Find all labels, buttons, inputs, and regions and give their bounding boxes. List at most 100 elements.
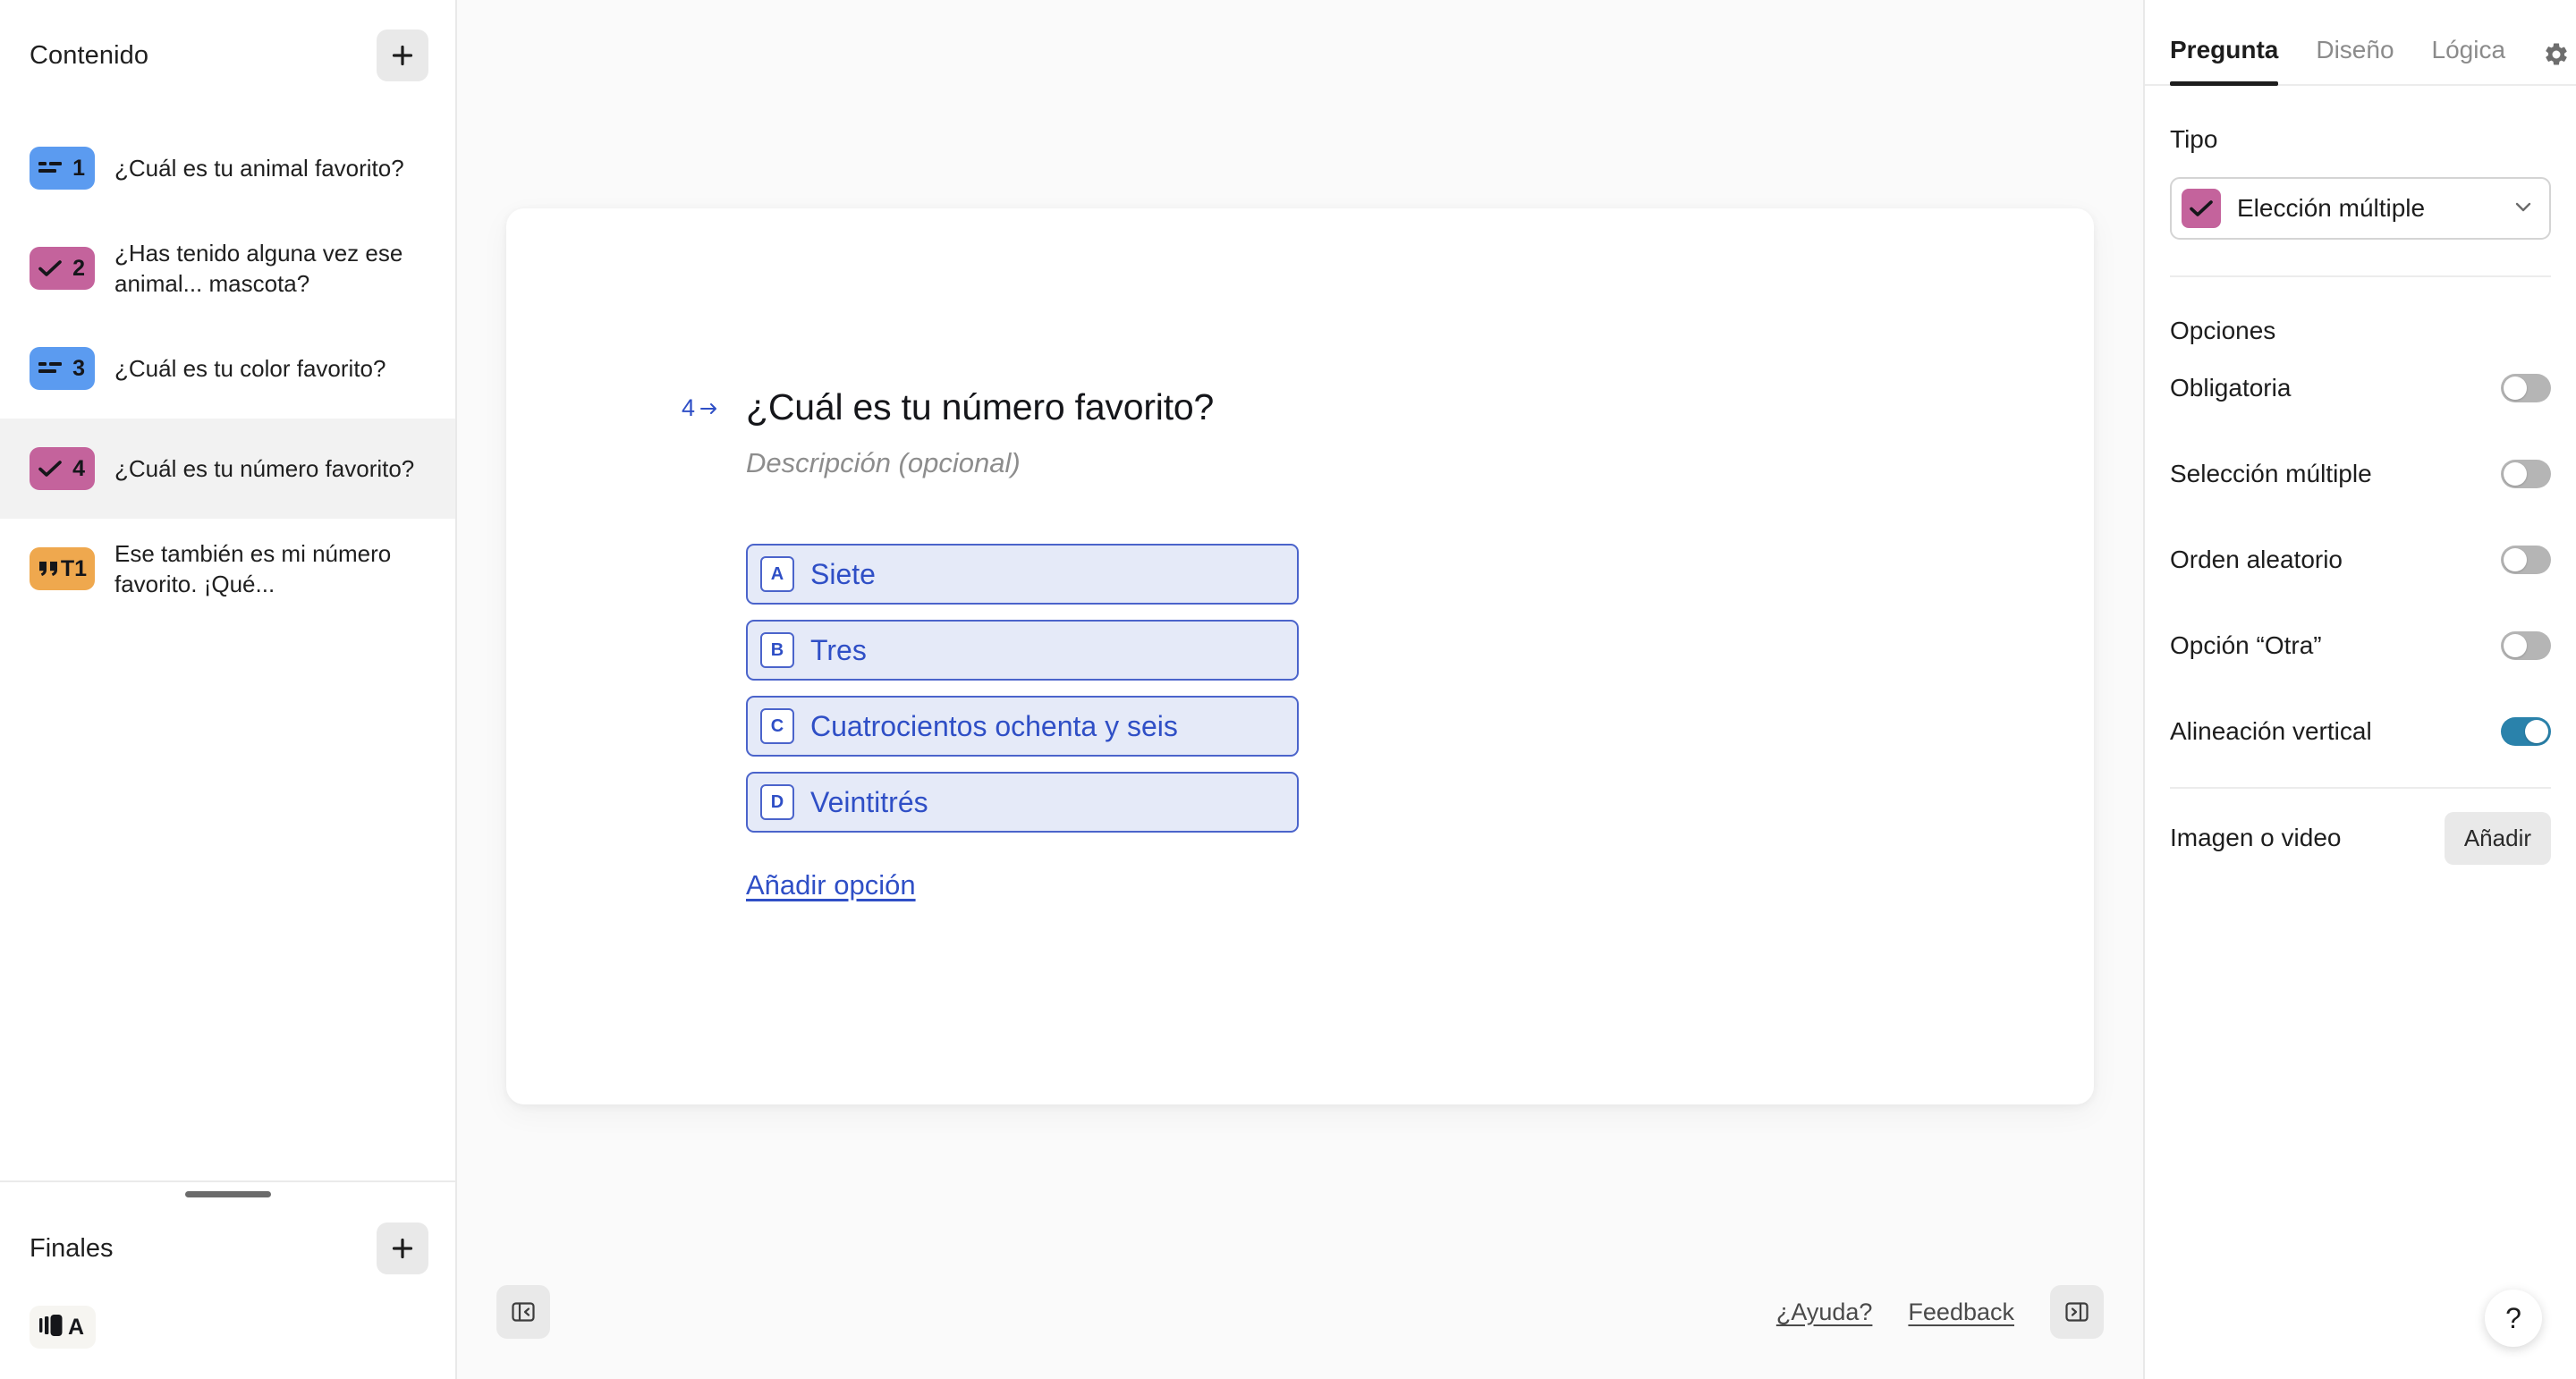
- endings-header: Finales: [0, 1206, 455, 1291]
- choice-option-d[interactable]: D Veintitrés: [746, 772, 1299, 833]
- sidebar-question-t1[interactable]: T1 Ese también es mi número favorito. ¡Q…: [0, 519, 455, 619]
- toggle-knob: [2504, 634, 2527, 657]
- choice-key-badge: B: [760, 632, 794, 669]
- multiple-choice-icon: [38, 259, 62, 277]
- add-content-button[interactable]: [377, 30, 428, 81]
- help-link[interactable]: ¿Ayuda?: [1776, 1299, 1873, 1326]
- app-root: Contenido 1 ¿Cuál es tu animal favorito?: [0, 0, 2576, 1379]
- add-ending-button[interactable]: [377, 1222, 428, 1274]
- question-canvas-area: 4 ¿Cuál es tu número favorito? Descripci…: [457, 0, 2143, 1379]
- ending-badge: A: [30, 1306, 96, 1349]
- toggle-alineacion-vertical[interactable]: [2501, 717, 2551, 746]
- options-section-title: Opciones: [2170, 317, 2276, 344]
- question-title[interactable]: ¿Cuál es tu número favorito?: [746, 386, 1214, 427]
- feedback-link[interactable]: Feedback: [1908, 1299, 2014, 1326]
- question-description-placeholder[interactable]: Descripción (opcional): [746, 447, 2094, 479]
- option-row-opcion-otra: Opción “Otra”: [2170, 603, 2551, 689]
- tab-logica[interactable]: Lógica: [2432, 36, 2506, 84]
- gear-icon[interactable]: [2543, 41, 2570, 84]
- choice-text[interactable]: Tres: [810, 634, 867, 667]
- option-row-seleccion-multiple: Selección múltiple: [2170, 431, 2551, 517]
- toggle-seleccion-multiple[interactable]: [2501, 460, 2551, 488]
- question-card: 4 ¿Cuál es tu número favorito? Descripci…: [506, 208, 2094, 1104]
- option-label: Obligatoria: [2170, 374, 2292, 402]
- choice-option-b[interactable]: B Tres: [746, 620, 1299, 681]
- media-row: Imagen o video Añadir: [2170, 789, 2551, 887]
- option-row-obligatoria: Obligatoria: [2170, 345, 2551, 431]
- plus-icon: [391, 44, 414, 67]
- choice-option-c[interactable]: C Cuatrocientos ochenta y seis: [746, 696, 1299, 757]
- chevron-down-icon: [2512, 195, 2535, 223]
- ending-item-a[interactable]: A: [0, 1291, 455, 1363]
- option-row-orden-aleatorio: Orden aleatorio: [2170, 517, 2551, 603]
- question-index-marker: 4: [682, 394, 719, 422]
- tab-diseno[interactable]: Diseño: [2316, 36, 2394, 84]
- statement-icon: [38, 560, 60, 578]
- choice-key-badge: C: [760, 708, 794, 745]
- settings-body: Tipo Elección múltiple Opciones Obligato…: [2145, 86, 2576, 887]
- short-text-icon: [38, 361, 62, 376]
- panel-collapse-right-icon: [2063, 1299, 2090, 1325]
- choice-key-badge: D: [760, 784, 794, 821]
- settings-tabs: Pregunta Diseño Lógica: [2145, 0, 2576, 86]
- type-section-title: Tipo: [2170, 125, 2218, 153]
- choice-text[interactable]: Siete: [810, 558, 876, 591]
- toggle-opcion-otra[interactable]: [2501, 631, 2551, 660]
- choice-text[interactable]: Cuatrocientos ochenta y seis: [810, 710, 1178, 743]
- option-label: Selección múltiple: [2170, 460, 2372, 487]
- question-type-badge: 2: [30, 247, 95, 290]
- question-type-badge: 3: [30, 347, 95, 390]
- question-list: 1 ¿Cuál es tu animal favorito? 2 ¿Has te…: [0, 111, 455, 1180]
- canvas-bottom-bar: ¿Ayuda? Feedback: [457, 1245, 2143, 1379]
- bottom-bar-right: ¿Ayuda? Feedback: [1776, 1285, 2104, 1339]
- question-type-value: Elección múltiple: [2237, 194, 2426, 222]
- question-type-select[interactable]: Elección múltiple: [2170, 177, 2551, 240]
- question-heading-row: 4 ¿Cuál es tu número favorito?: [506, 386, 2094, 427]
- question-label: ¿Has tenido alguna vez ese animal... mas…: [114, 239, 403, 297]
- option-row-alineacion-vertical: Alineación vertical: [2170, 689, 2551, 774]
- option-label: Alineación vertical: [2170, 717, 2372, 745]
- content-sidebar: Contenido 1 ¿Cuál es tu animal favorito?: [0, 0, 457, 1379]
- choice-key-badge: A: [760, 556, 794, 593]
- sidebar-question-1[interactable]: 1 ¿Cuál es tu animal favorito?: [0, 118, 455, 218]
- toggle-orden-aleatorio[interactable]: [2501, 546, 2551, 574]
- help-fab-button[interactable]: ?: [2485, 1290, 2542, 1347]
- multiple-choice-icon: [38, 460, 62, 478]
- option-label: Orden aleatorio: [2170, 546, 2343, 573]
- question-number: 2: [72, 255, 85, 281]
- choice-list: A Siete B Tres C Cuatrocientos ochenta y…: [746, 544, 2094, 901]
- panel-resize-handle[interactable]: [0, 1182, 455, 1206]
- choice-text[interactable]: Veintitrés: [810, 786, 928, 819]
- sidebar-question-3[interactable]: 3 ¿Cuál es tu color favorito?: [0, 318, 455, 419]
- toggle-obligatoria[interactable]: [2501, 374, 2551, 402]
- toggle-knob: [2504, 548, 2527, 571]
- media-label: Imagen o video: [2170, 824, 2342, 851]
- sidebar-question-4[interactable]: 4 ¿Cuál es tu número favorito?: [0, 419, 455, 519]
- question-label: ¿Cuál es tu número favorito?: [114, 454, 415, 482]
- multiple-choice-icon: [2182, 189, 2221, 228]
- collapse-left-panel-button[interactable]: [496, 1285, 550, 1339]
- question-settings-panel: Pregunta Diseño Lógica Tipo Elección múl…: [2143, 0, 2576, 1379]
- short-text-icon: [38, 161, 62, 176]
- question-number: 1: [72, 155, 85, 181]
- sidebar-title: Contenido: [30, 40, 149, 70]
- toggle-knob: [2504, 376, 2527, 400]
- question-label: ¿Cuál es tu color favorito?: [114, 354, 386, 382]
- canvas-scroll: 4 ¿Cuál es tu número favorito? Descripci…: [457, 0, 2143, 1245]
- choice-option-a[interactable]: A Siete: [746, 544, 1299, 605]
- question-number: 4: [72, 455, 85, 481]
- tab-pregunta[interactable]: Pregunta: [2170, 36, 2279, 86]
- question-type-badge: 1: [30, 147, 95, 190]
- settings-divider-1: [2170, 275, 2551, 277]
- sidebar-question-2[interactable]: 2 ¿Has tenido alguna vez ese animal... m…: [0, 218, 455, 318]
- ending-card-icon: [39, 1314, 66, 1341]
- add-media-button[interactable]: Añadir: [2444, 811, 2551, 865]
- collapse-right-panel-button[interactable]: [2050, 1285, 2104, 1339]
- question-type-badge: 4: [30, 447, 95, 490]
- add-option-link[interactable]: Añadir opción: [746, 869, 916, 901]
- plus-icon: [391, 1237, 414, 1260]
- question-number: T1: [60, 555, 87, 581]
- endings-section: Finales A: [0, 1182, 455, 1379]
- question-type-badge: T1: [30, 547, 95, 590]
- question-label: ¿Cuál es tu animal favorito?: [114, 154, 404, 182]
